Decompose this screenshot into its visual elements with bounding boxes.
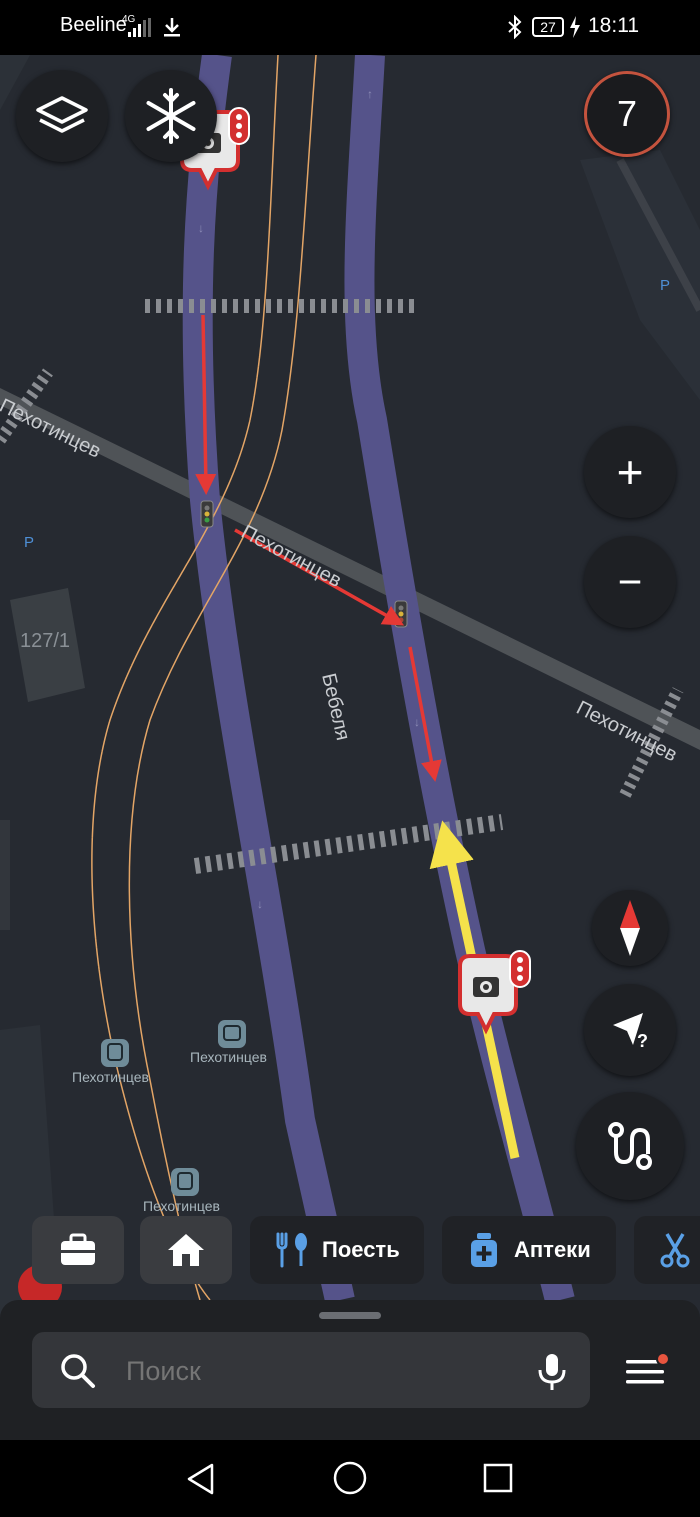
status-bar: Beeline 4G 27 18:11 bbox=[0, 0, 700, 55]
battery-icon: 27 bbox=[532, 17, 564, 37]
speed-limit-value: 7 bbox=[616, 93, 638, 134]
sheet-handle[interactable] bbox=[319, 1312, 381, 1319]
map-road bbox=[344, 55, 575, 1304]
category-work[interactable] bbox=[32, 1216, 124, 1284]
category-home[interactable] bbox=[140, 1216, 232, 1284]
search-input[interactable] bbox=[124, 1350, 508, 1392]
map-block bbox=[0, 820, 10, 930]
category-beauty[interactable] bbox=[634, 1216, 700, 1284]
plus-icon: + bbox=[616, 446, 644, 498]
route-icon bbox=[608, 1122, 652, 1170]
snowflake-icon bbox=[146, 88, 196, 144]
zoom-in-button[interactable]: + bbox=[584, 426, 676, 518]
layers-button[interactable] bbox=[16, 70, 108, 162]
parking-label: P bbox=[24, 534, 34, 551]
stop-label: Пехотинцев bbox=[190, 1049, 267, 1065]
zoom-out-button[interactable]: − bbox=[584, 536, 676, 628]
scissors-icon bbox=[660, 1233, 690, 1268]
route-button[interactable] bbox=[576, 1092, 684, 1200]
home-nav-icon[interactable] bbox=[332, 1460, 368, 1496]
svg-text:?: ? bbox=[637, 1031, 648, 1051]
layers-icon bbox=[36, 96, 88, 133]
signal-icon bbox=[128, 18, 151, 37]
category-label: Поесть bbox=[322, 1237, 400, 1262]
svg-text:↓: ↓ bbox=[414, 715, 420, 729]
bus-stop-icon bbox=[218, 1020, 246, 1048]
briefcase-icon bbox=[61, 1233, 95, 1265]
svg-text:↓: ↓ bbox=[257, 897, 263, 911]
street-label: Бебеля bbox=[317, 671, 354, 742]
carrier-label: Beeline bbox=[60, 14, 127, 36]
stop-label: Пехотинцев bbox=[72, 1069, 149, 1085]
search-icon bbox=[61, 1354, 95, 1388]
location-unknown-icon: ? bbox=[613, 1013, 648, 1051]
clock: 18:11 bbox=[588, 14, 639, 37]
compass-icon bbox=[620, 900, 640, 956]
back-icon[interactable] bbox=[184, 1462, 218, 1496]
download-icon bbox=[164, 18, 180, 37]
weather-button[interactable] bbox=[125, 70, 217, 162]
speed-limit-indicator: 7 bbox=[584, 71, 670, 157]
minus-icon: − bbox=[617, 558, 643, 605]
compass-button[interactable] bbox=[592, 890, 668, 966]
home-icon bbox=[168, 1234, 204, 1266]
street-label: Пехотинцев bbox=[0, 395, 104, 463]
svg-text:↓: ↓ bbox=[198, 221, 204, 235]
my-location-button[interactable]: ? bbox=[584, 984, 676, 1076]
microphone-icon[interactable] bbox=[536, 1352, 568, 1392]
search-bar[interactable] bbox=[32, 1332, 590, 1408]
bottom-sheet bbox=[0, 1300, 700, 1440]
system-nav-bar bbox=[0, 1440, 700, 1517]
recents-icon[interactable] bbox=[482, 1462, 514, 1494]
building-label: 127/1 bbox=[20, 630, 70, 652]
restaurant-icon bbox=[276, 1232, 307, 1268]
category-pharmacy[interactable]: Аптеки bbox=[442, 1216, 616, 1284]
charging-icon bbox=[570, 16, 580, 38]
menu-icon[interactable] bbox=[624, 1350, 672, 1390]
pharmacy-icon bbox=[471, 1233, 497, 1267]
parking-label: P bbox=[660, 277, 670, 294]
category-label: Аптеки bbox=[514, 1237, 591, 1262]
svg-text:↑: ↑ bbox=[367, 87, 373, 101]
bluetooth-icon bbox=[508, 15, 522, 39]
battery-level: 27 bbox=[540, 19, 556, 35]
category-food[interactable]: Поесть bbox=[250, 1216, 424, 1284]
stop-label: Пехотинцев bbox=[143, 1198, 220, 1214]
